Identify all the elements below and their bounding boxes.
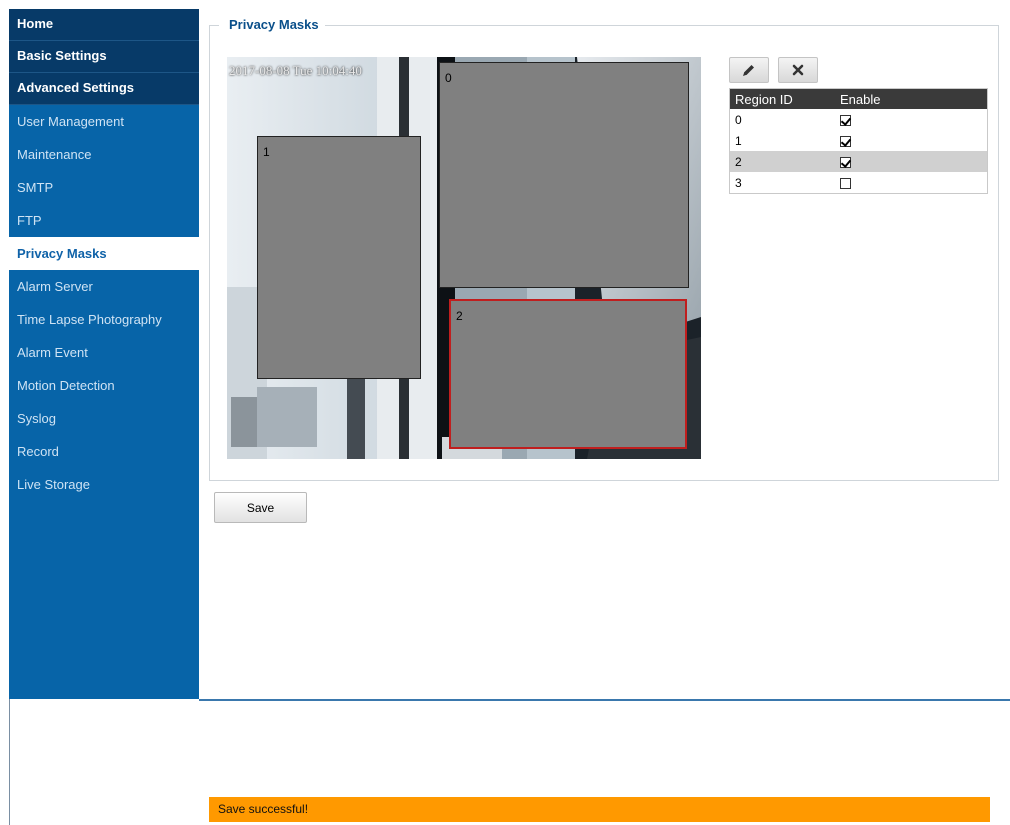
enable-cell	[835, 172, 988, 194]
mask-label: 2	[456, 309, 463, 323]
region-id-cell: 1	[735, 133, 742, 148]
camera-view[interactable]: 2017-08-08 Tue 10:04:40 0 1 2	[227, 57, 701, 459]
enable-cell	[835, 130, 988, 151]
table-row[interactable]: 2	[729, 151, 988, 172]
table-row[interactable]: 3	[730, 172, 988, 194]
nav-syslog[interactable]: Syslog	[9, 402, 199, 435]
enable-checkbox[interactable]	[840, 156, 851, 168]
region-table: Region ID Enable 0 1 2 3	[729, 88, 988, 194]
delete-button[interactable]	[778, 57, 818, 83]
nav-motion-detection[interactable]: Motion Detection	[9, 369, 199, 402]
left-divider	[9, 699, 10, 825]
status-message: Save successful!	[209, 797, 990, 822]
enable-cell	[835, 109, 988, 130]
region-id-cell: 0	[735, 112, 742, 127]
privacy-mask-1[interactable]: 1	[257, 136, 421, 379]
table-row[interactable]: 1	[730, 130, 988, 151]
pencil-icon	[743, 65, 754, 76]
edit-button[interactable]	[729, 57, 769, 83]
nav-live-storage[interactable]: Live Storage	[9, 468, 199, 501]
privacy-mask-0[interactable]: 0	[439, 62, 689, 288]
table-row[interactable]: 0	[730, 109, 988, 130]
privacy-mask-2[interactable]: 2	[449, 299, 687, 449]
column-enable: Enable	[835, 88, 988, 109]
nav-smtp[interactable]: SMTP	[9, 171, 199, 204]
nav-ftp[interactable]: FTP	[9, 204, 199, 237]
nav-alarm-event[interactable]: Alarm Event	[9, 336, 199, 369]
nav-user-management[interactable]: User Management	[9, 105, 199, 138]
region-id-cell: 2	[729, 151, 835, 172]
nav-home[interactable]: Home	[9, 9, 199, 41]
nav-advanced-settings[interactable]: Advanced Settings	[9, 73, 199, 105]
nav-alarm-server[interactable]: Alarm Server	[9, 270, 199, 303]
nav-basic-settings[interactable]: Basic Settings	[9, 41, 199, 73]
enable-cell	[835, 151, 988, 172]
close-icon	[792, 64, 804, 76]
mask-label: 1	[263, 145, 270, 159]
region-id-cell: 3	[735, 175, 742, 190]
section-title: Privacy Masks	[219, 17, 325, 32]
sidebar: Home Basic Settings Advanced Settings Us…	[9, 9, 199, 699]
camera-timestamp: 2017-08-08 Tue 10:04:40	[229, 63, 362, 78]
enable-checkbox[interactable]	[840, 177, 851, 189]
column-region-id: Region ID	[729, 88, 835, 109]
nav-privacy-masks[interactable]: Privacy Masks	[9, 237, 199, 270]
nav-time-lapse-photography[interactable]: Time Lapse Photography	[9, 303, 199, 336]
save-button[interactable]: Save	[214, 492, 307, 523]
nav-record[interactable]: Record	[9, 435, 199, 468]
enable-checkbox[interactable]	[840, 114, 851, 126]
table-header-row: Region ID Enable	[729, 88, 988, 109]
nav-maintenance[interactable]: Maintenance	[9, 138, 199, 171]
enable-checkbox[interactable]	[840, 135, 851, 147]
mask-label: 0	[445, 71, 452, 85]
content-divider	[199, 699, 1010, 701]
